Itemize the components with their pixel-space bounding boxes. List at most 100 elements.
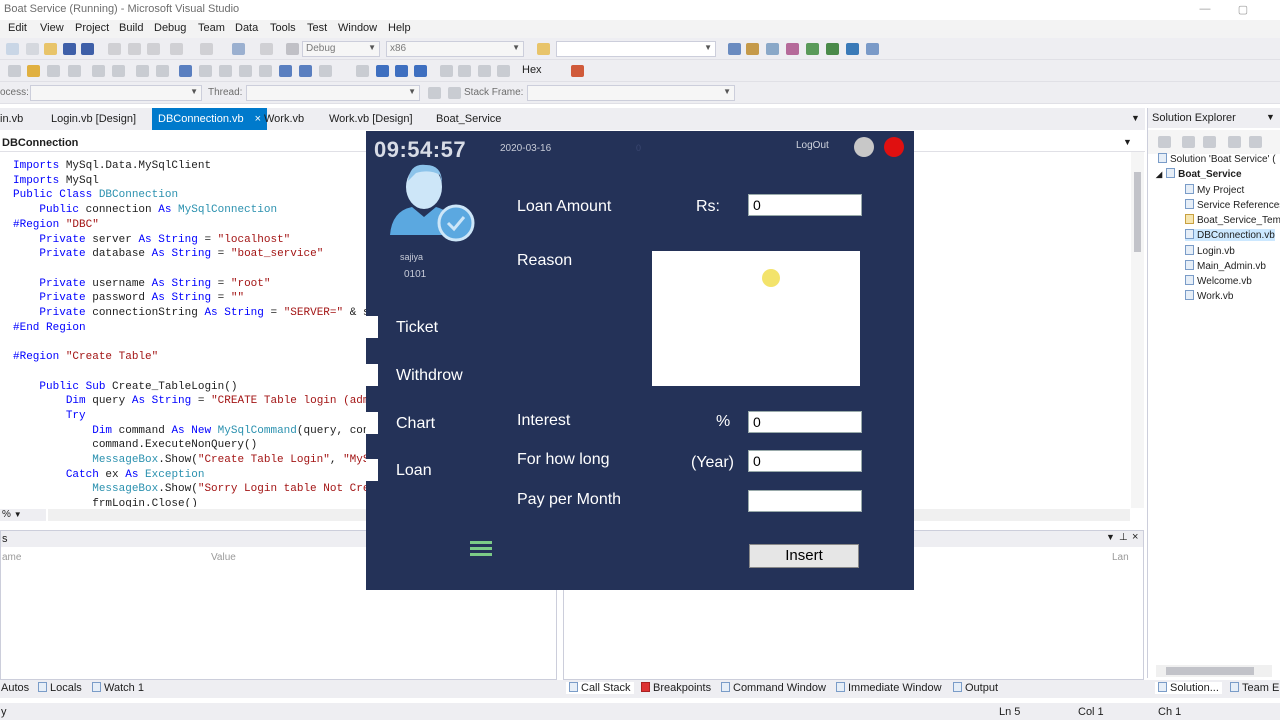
stack-icon[interactable] [448, 87, 461, 99]
navigate-back-icon[interactable] [232, 43, 245, 55]
reason-textarea[interactable] [652, 251, 860, 386]
layout-icon[interactable] [239, 65, 252, 77]
tree-project[interactable]: ◢ Boat_Service [1156, 168, 1242, 180]
refresh-icon[interactable] [1228, 136, 1241, 148]
tab-work-design[interactable]: Work.vb [Design] [329, 113, 413, 125]
layout-icon[interactable] [259, 65, 272, 77]
stack-frame-select[interactable]: ▼ [527, 85, 735, 101]
tab-command-window[interactable]: Command Window [721, 682, 826, 694]
column-name[interactable]: ame [2, 552, 21, 563]
interest-input[interactable]: 0 [748, 411, 862, 433]
save-icon[interactable] [63, 43, 76, 55]
thread-select[interactable]: ▼ [246, 85, 420, 101]
tree-file-selected[interactable]: DBConnection.vb [1185, 229, 1275, 241]
copy-icon[interactable] [128, 43, 141, 55]
hamburger-menu-icon[interactable] [470, 539, 492, 557]
menu-project[interactable]: Project [75, 22, 109, 34]
undo-icon[interactable] [170, 43, 183, 55]
menu-edit[interactable]: Edit [8, 22, 27, 34]
maximize-icon[interactable]: ▢ [1236, 3, 1250, 16]
properties-icon[interactable] [1182, 136, 1195, 148]
window-icon[interactable] [866, 43, 879, 55]
flag-icon[interactable] [428, 87, 441, 99]
form-icon[interactable] [179, 65, 192, 77]
comment-icon[interactable] [47, 65, 60, 77]
step-into-icon[interactable] [458, 65, 471, 77]
continue-icon[interactable] [356, 65, 369, 77]
start-icon[interactable] [286, 43, 299, 55]
close-icon[interactable]: × [1132, 531, 1138, 543]
menu-window[interactable]: Window [338, 22, 377, 34]
attach-icon[interactable] [27, 65, 40, 77]
tab-output[interactable]: Output [953, 682, 998, 694]
tab-locals[interactable]: Locals [38, 682, 82, 694]
loan-amount-input[interactable]: 0 [748, 194, 862, 216]
layout-icon[interactable] [279, 65, 292, 77]
tree-my-project[interactable]: My Project [1185, 184, 1244, 196]
tree-file[interactable]: Work.vb [1185, 290, 1234, 302]
pause-icon[interactable] [376, 65, 389, 77]
pane-dropdown-icon[interactable]: ▼ [1106, 532, 1115, 542]
new-project-icon[interactable] [6, 43, 19, 55]
step-over-icon[interactable] [478, 65, 491, 77]
platform-select[interactable]: x86 ▼ [386, 41, 524, 57]
scroll-thumb[interactable] [1166, 667, 1254, 675]
vertical-scrollbar[interactable] [1131, 152, 1144, 508]
layout-icon[interactable] [319, 65, 332, 77]
tab-solution-explorer[interactable]: Solution... [1155, 682, 1222, 694]
view-code-icon[interactable] [1249, 136, 1262, 148]
step-out-icon[interactable] [497, 65, 510, 77]
chevron-down-icon[interactable]: ▼ [1123, 137, 1132, 147]
menu-tools[interactable]: Tools [270, 22, 296, 34]
show-all-files-icon[interactable] [1203, 136, 1216, 148]
horizontal-scrollbar[interactable] [1156, 665, 1272, 677]
menu-debug[interactable]: Debug [154, 22, 186, 34]
cut-icon[interactable] [108, 43, 121, 55]
for-how-long-input[interactable]: 0 [748, 450, 862, 472]
layout-icon[interactable] [299, 65, 312, 77]
tree-file[interactable]: Welcome.vb [1185, 275, 1252, 287]
layout-icon[interactable] [219, 65, 232, 77]
logout-button[interactable]: LogOut [796, 140, 829, 151]
solution-explorer-icon[interactable] [728, 43, 741, 55]
tab-call-stack[interactable]: Call Stack [566, 682, 634, 694]
nav-ticket-button[interactable]: Ticket [366, 316, 514, 338]
home-icon[interactable] [1158, 136, 1171, 148]
tab-work[interactable]: Work.vb [264, 113, 304, 125]
toolbox-icon[interactable] [786, 43, 799, 55]
close-button[interactable] [884, 137, 904, 157]
pay-per-month-input[interactable] [748, 490, 862, 512]
show-next-statement-icon[interactable] [440, 65, 453, 77]
exception-settings-icon[interactable] [571, 65, 584, 77]
align-right-icon[interactable] [156, 65, 169, 77]
restart-icon[interactable] [414, 65, 427, 77]
nav-withdrow-button[interactable]: Withdrow [366, 364, 514, 386]
outdent-icon[interactable] [112, 65, 125, 77]
nav-loan-button[interactable]: Loan [366, 459, 514, 481]
paste-icon[interactable] [147, 43, 160, 55]
column-language[interactable]: Lan [1112, 552, 1129, 563]
tab-team-explorer[interactable]: Team E [1230, 682, 1279, 694]
navigate-forward-icon[interactable] [260, 43, 273, 55]
process-select[interactable]: ▼ [30, 85, 202, 101]
save-all-icon[interactable] [81, 43, 94, 55]
tab-autos[interactable]: Autos [1, 682, 29, 694]
stop-icon[interactable] [395, 65, 408, 77]
output-icon[interactable] [846, 43, 859, 55]
tab-immediate-window[interactable]: Immediate Window [836, 682, 942, 694]
menu-build[interactable]: Build [119, 22, 143, 34]
zoom-select[interactable]: % ▼ [0, 509, 46, 521]
format-icon[interactable] [8, 65, 21, 77]
find-combo[interactable]: ▼ [556, 41, 716, 57]
tab-breakpoints[interactable]: Breakpoints [641, 682, 711, 694]
insert-button[interactable]: Insert [749, 544, 859, 568]
layout-icon[interactable] [199, 65, 212, 77]
add-item-icon[interactable] [26, 43, 39, 55]
menu-test[interactable]: Test [307, 22, 327, 34]
tab-main[interactable]: in.vb [0, 113, 23, 125]
menu-view[interactable]: View [40, 22, 64, 34]
configuration-select[interactable]: Debug ▼ [302, 41, 380, 57]
hex-toggle[interactable]: Hex [522, 64, 542, 76]
menu-help[interactable]: Help [388, 22, 411, 34]
open-icon[interactable] [44, 43, 57, 55]
